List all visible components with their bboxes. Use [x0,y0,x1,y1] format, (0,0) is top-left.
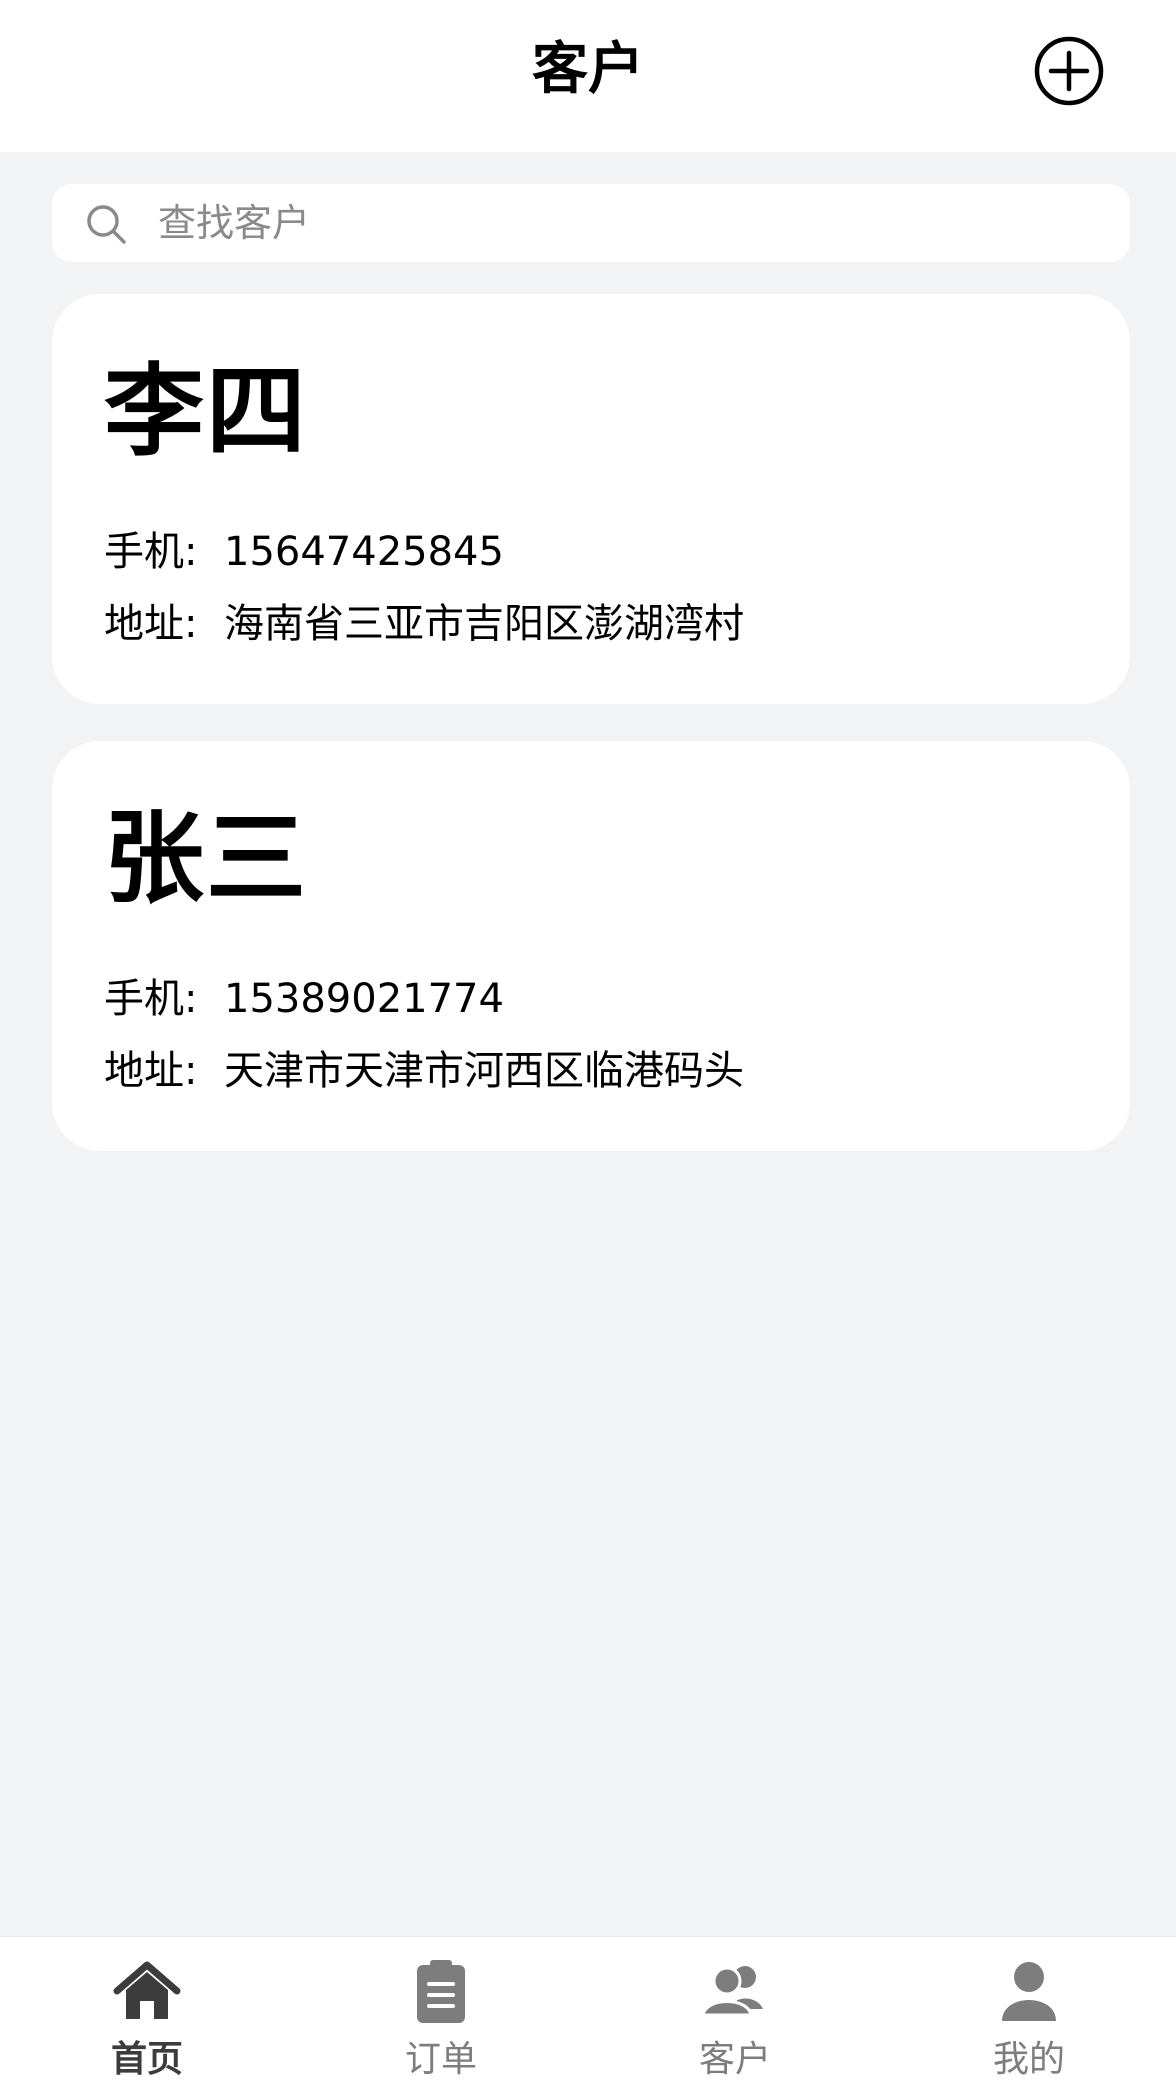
search-bar[interactable] [52,184,1130,262]
home-icon [113,1961,181,2019]
phone-label: 手机: [104,976,198,1022]
search-icon [87,205,126,244]
customer-phone-row: 手机: 15647425845 [104,524,504,580]
address-value: 天津市天津市河西区临港码头 [224,1048,744,1094]
top-bar: 客户 [0,0,1176,152]
address-label: 地址: [104,1048,198,1094]
tab-orders[interactable]: 订单 [294,1937,588,2093]
address-value: 海南省三亚市吉阳区澎湖湾村 [224,601,744,647]
tab-label: 订单 [404,2039,477,2080]
tab-customers[interactable]: 客户 [588,1937,882,2093]
customer-address-row: 地址: 海南省三亚市吉阳区澎湖湾村 [104,596,744,652]
clipboard-icon [417,1960,465,2023]
tab-label: 首页 [110,2039,183,2080]
customer-name: 李四 [104,353,308,470]
customer-name: 张三 [104,800,308,917]
phone-label: 手机: [104,529,198,575]
customer-card[interactable]: 李四 手机: 15647425845 地址: 海南省三亚市吉阳区澎湖湾村 [52,294,1130,704]
search-input[interactable] [154,184,1098,262]
add-customer-button[interactable] [1034,36,1104,106]
plus-circle-icon [1034,36,1104,106]
phone-value: 15389021774 [224,976,504,1022]
page-title: 客户 [532,37,644,102]
tab-label: 客户 [698,2039,771,2080]
user-icon [1002,1962,1056,2021]
customer-phone-row: 手机: 15389021774 [104,971,504,1027]
address-label: 地址: [104,601,198,647]
customer-card[interactable]: 张三 手机: 15389021774 地址: 天津市天津市河西区临港码头 [52,741,1130,1151]
tab-home[interactable]: 首页 [0,1937,294,2093]
bottom-tab-bar: 首页 订单 客户 我的 [0,1936,1176,2093]
phone-value: 15647425845 [224,529,504,575]
customer-address-row: 地址: 天津市天津市河西区临港码头 [104,1043,744,1099]
tab-profile[interactable]: 我的 [882,1937,1176,2093]
users-icon [701,1966,763,2017]
tab-label: 我的 [992,2039,1065,2080]
